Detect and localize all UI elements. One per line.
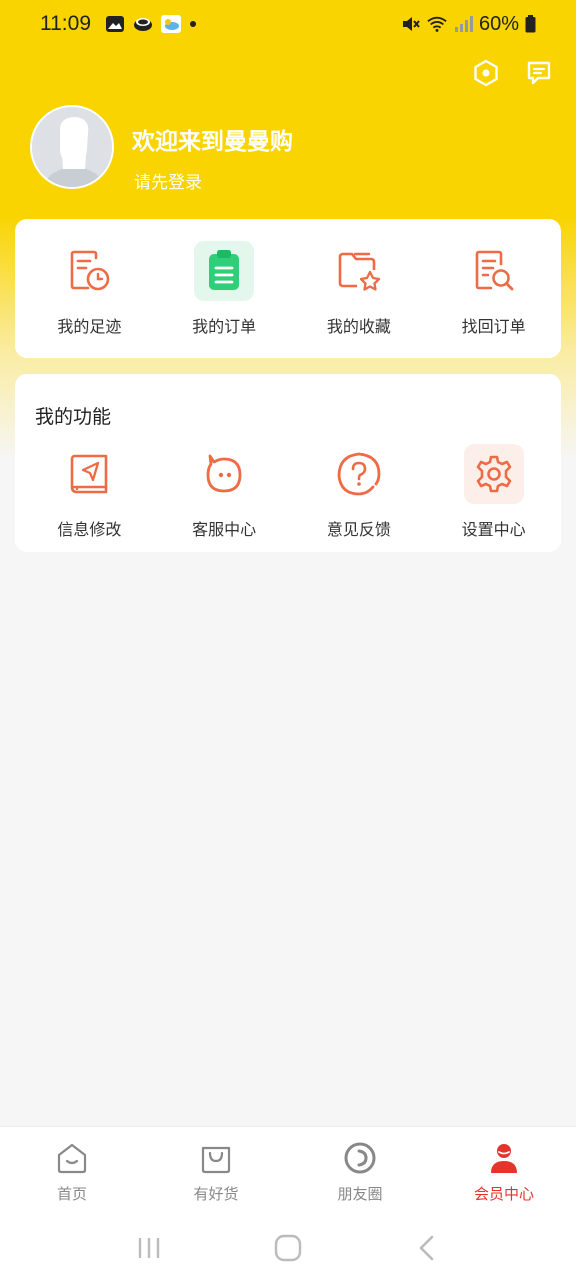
my-orders-label: 我的订单 — [192, 317, 257, 336]
functions-title: 我的功能 — [35, 406, 112, 428]
footprint-entry[interactable]: 我的足迹 — [22, 241, 157, 337]
signal-icon — [454, 16, 473, 32]
recent-apps-icon — [139, 1238, 160, 1258]
nav-home[interactable]: 首页 — [0, 1127, 144, 1216]
orders-card: 我的足迹 我的订单 我的收藏 找回订单 — [15, 219, 561, 358]
nav-member-center[interactable]: 会员中心 — [432, 1127, 576, 1216]
dot-icon — [190, 21, 196, 27]
gear-icon — [476, 455, 511, 493]
feedback-entry[interactable]: 意见反馈 — [292, 444, 427, 540]
nav-good-deals-label: 有好货 — [193, 1185, 239, 1203]
feedback-label: 意见反馈 — [326, 520, 391, 539]
wifi-icon — [427, 16, 447, 32]
home-square-icon — [274, 1234, 302, 1262]
shopping-bag-icon — [201, 1146, 231, 1174]
bottom-navigation: 首页 有好货 朋友圈 会员中心 — [0, 1126, 576, 1216]
weather-icon — [161, 15, 181, 33]
system-navigation-bar — [0, 1216, 576, 1280]
edit-info-label: 信息修改 — [57, 520, 122, 539]
recover-order-entry[interactable]: 找回订单 — [426, 241, 561, 337]
nav-moments[interactable]: 朋友圈 — [288, 1127, 432, 1216]
mute-icon — [402, 17, 420, 31]
coins-icon — [134, 18, 152, 31]
functions-card: 我的功能 信息修改 客服中心 意见反馈 设置中心 — [15, 374, 561, 552]
settings-hex-icon — [474, 59, 498, 87]
question-icon — [337, 452, 381, 496]
message-button[interactable] — [522, 56, 556, 90]
favorites-entry[interactable]: 我的收藏 — [292, 241, 427, 337]
default-avatar-icon — [32, 107, 112, 187]
back-chevron-icon — [419, 1235, 433, 1261]
battery-percentage: 60% — [478, 12, 519, 35]
status-bar: 11:09 60% — [0, 0, 576, 48]
customer-service-entry[interactable]: 客服中心 — [157, 444, 292, 540]
message-icon — [527, 61, 551, 85]
recover-order-label: 找回订单 — [461, 317, 526, 336]
nav-home-label: 首页 — [56, 1185, 87, 1203]
favorites-label: 我的收藏 — [326, 317, 391, 336]
welcome-title: 欢迎来到曼曼购 — [132, 129, 293, 155]
user-icon — [491, 1144, 517, 1173]
circle-icon — [344, 1142, 376, 1174]
footprint-icon — [71, 250, 110, 291]
home-icon — [57, 1143, 87, 1174]
settings-hex-button[interactable] — [469, 56, 503, 90]
nav-member-center-label: 会员中心 — [473, 1185, 534, 1203]
settings-center-label: 设置中心 — [461, 520, 526, 539]
chat-face-icon — [206, 454, 242, 493]
recent-apps-button[interactable] — [129, 1228, 169, 1268]
clipboard-icon — [209, 250, 240, 290]
avatar[interactable] — [30, 105, 114, 189]
home-system-button[interactable] — [268, 1228, 308, 1268]
back-button[interactable] — [407, 1228, 447, 1268]
login-prompt-link[interactable]: 请先登录 — [134, 168, 202, 193]
status-time: 11:09 — [40, 12, 91, 35]
nav-moments-label: 朋友圈 — [337, 1185, 383, 1203]
battery-icon — [525, 15, 536, 33]
customer-service-label: 客服中心 — [192, 520, 257, 539]
my-orders-entry[interactable]: 我的订单 — [157, 241, 292, 337]
nav-good-deals[interactable]: 有好货 — [144, 1127, 288, 1216]
gallery-icon — [106, 16, 124, 32]
settings-center-entry[interactable]: 设置中心 — [426, 444, 561, 540]
footprint-label: 我的足迹 — [57, 317, 122, 336]
edit-info-entry[interactable]: 信息修改 — [22, 444, 157, 540]
book-edit-icon — [71, 454, 108, 494]
search-order-icon — [475, 250, 514, 291]
favorite-folder-icon — [338, 252, 381, 291]
